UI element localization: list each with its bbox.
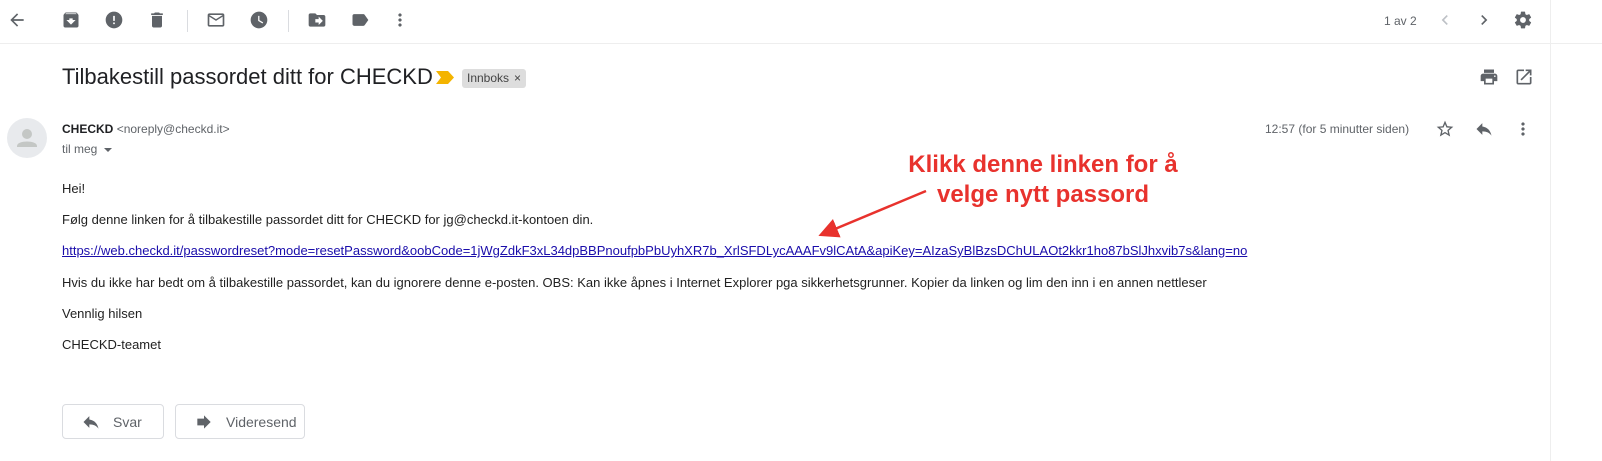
- annotation-callout: Klikk denne linken for å velge nytt pass…: [905, 150, 1181, 210]
- print-icon[interactable]: [1472, 60, 1506, 94]
- annotation-line-2: velge nytt passord: [936, 181, 1150, 208]
- report-spam-icon[interactable]: [97, 3, 131, 37]
- body-signature: CHECKD-teamet: [62, 337, 161, 352]
- reply-button-label: Svar: [113, 413, 142, 430]
- chevron-left-icon[interactable]: [1428, 3, 1462, 37]
- open-new-window-icon[interactable]: [1507, 60, 1541, 94]
- sender-line: CHECKD <noreply@checkd.it>: [62, 122, 230, 136]
- archive-icon[interactable]: [54, 3, 88, 37]
- caret-down-icon: [104, 147, 113, 152]
- label-icon[interactable]: [343, 3, 377, 37]
- body-instruction: Følg denne linken for å tilbakestille pa…: [62, 212, 594, 227]
- panel-divider: [1550, 0, 1551, 461]
- forward-button-label: Videresend: [226, 413, 297, 430]
- email-subject: Tilbakestill passordet ditt for CHECKD: [62, 64, 433, 89]
- forward-arrow-icon: [197, 414, 211, 429]
- more-vert-icon[interactable]: [383, 3, 417, 37]
- importance-marker-icon[interactable]: [436, 71, 454, 84]
- toolbar: 1 av 2: [0, 0, 1602, 44]
- sender-email: <noreply@checkd.it>: [116, 122, 230, 136]
- email-timestamp: 12:57 (for 5 minutter siden): [1265, 122, 1410, 136]
- recipient-details-toggle[interactable]: til meg: [62, 142, 113, 156]
- recipient-label: til meg: [62, 142, 98, 156]
- label-chip-inbox: Innboks ×: [462, 69, 527, 88]
- reply-arrow-icon: [83, 415, 99, 429]
- remove-label-icon[interactable]: ×: [514, 69, 521, 88]
- back-arrow-icon[interactable]: [0, 3, 34, 37]
- star-icon[interactable]: [1428, 112, 1462, 146]
- message-more-icon[interactable]: [1506, 112, 1540, 146]
- mark-unread-icon[interactable]: [199, 3, 233, 37]
- reply-button[interactable]: Svar: [62, 404, 164, 439]
- snooze-icon[interactable]: [242, 3, 276, 37]
- annotation-line-1: Klikk denne linken for å: [908, 151, 1178, 178]
- body-notice: Hvis du ikke har bedt om å tilbakestille…: [62, 275, 1207, 290]
- sender-avatar[interactable]: [7, 118, 47, 158]
- person-icon: [17, 129, 37, 147]
- delete-icon[interactable]: [140, 3, 174, 37]
- settings-gear-icon[interactable]: [1506, 3, 1540, 37]
- move-to-icon[interactable]: [300, 3, 334, 37]
- password-reset-link[interactable]: https://web.checkd.it/passwordreset?mode…: [62, 243, 1247, 258]
- pager-count: 1 av 2: [1384, 14, 1417, 28]
- body-closing: Vennlig hilsen: [62, 306, 143, 321]
- sender-name[interactable]: CHECKD: [62, 122, 113, 136]
- forward-button[interactable]: Videresend: [175, 404, 305, 439]
- reply-icon[interactable]: [1467, 112, 1501, 146]
- chevron-right-icon[interactable]: [1467, 3, 1501, 37]
- label-chip-text: Innboks: [467, 71, 510, 85]
- body-greeting: Hei!: [62, 181, 86, 196]
